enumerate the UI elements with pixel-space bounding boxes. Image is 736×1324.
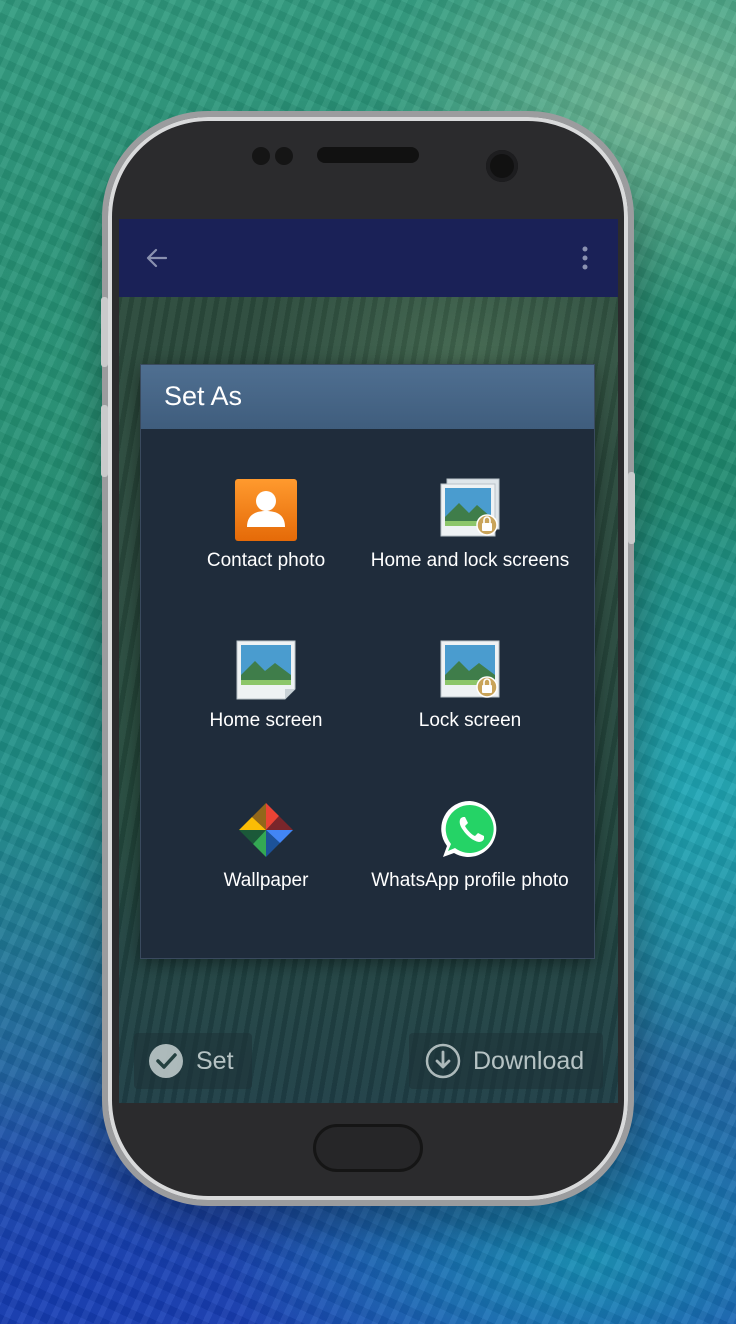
option-label: Lock screen bbox=[418, 710, 522, 731]
set-as-dialog: Set As Contact photo Home and lock scree… bbox=[140, 364, 595, 959]
option-home-and-lock-screens[interactable]: Home and lock screens bbox=[360, 477, 580, 573]
option-label: Home screen bbox=[209, 710, 323, 731]
dialog-header: Set As bbox=[141, 365, 594, 429]
app-bar bbox=[119, 219, 618, 297]
earpiece-speaker bbox=[317, 147, 419, 163]
option-home-screen[interactable]: Home screen bbox=[156, 637, 376, 733]
dialog-title: Set As bbox=[164, 381, 243, 411]
lock-screen-icon bbox=[437, 637, 503, 703]
phone-screen: Set As Contact photo Home and lock scree… bbox=[119, 219, 618, 1103]
download-label: Download bbox=[473, 1046, 585, 1075]
option-label: Wallpaper bbox=[223, 870, 309, 891]
option-label: WhatsApp profile photo bbox=[371, 870, 569, 891]
set-label: Set bbox=[196, 1046, 234, 1075]
home-screen-icon bbox=[233, 637, 299, 703]
option-label: Home and lock screens bbox=[370, 550, 570, 571]
contact-icon bbox=[233, 477, 299, 543]
arrow-back-icon[interactable] bbox=[144, 245, 170, 271]
whatsapp-icon bbox=[437, 797, 503, 863]
option-wallpaper[interactable]: Wallpaper bbox=[156, 797, 376, 893]
download-button[interactable]: Download bbox=[409, 1033, 603, 1089]
proximity-sensor bbox=[252, 147, 270, 165]
option-lock-screen[interactable]: Lock screen bbox=[360, 637, 580, 733]
pinwheel-icon bbox=[233, 797, 299, 863]
option-whatsapp-profile-photo[interactable]: WhatsApp profile photo bbox=[360, 797, 580, 893]
check-circle-icon bbox=[149, 1044, 183, 1078]
home-key[interactable] bbox=[313, 1124, 423, 1172]
home-lock-screens-icon bbox=[437, 477, 503, 543]
front-camera bbox=[486, 150, 518, 182]
option-contact-photo[interactable]: Contact photo bbox=[156, 477, 376, 573]
more-vert-icon[interactable] bbox=[575, 245, 595, 271]
set-button[interactable]: Set bbox=[134, 1033, 252, 1089]
option-label: Contact photo bbox=[206, 550, 326, 571]
volume-down-button[interactable] bbox=[101, 405, 108, 477]
volume-up-button[interactable] bbox=[101, 297, 108, 367]
power-button[interactable] bbox=[628, 472, 635, 544]
download-icon bbox=[425, 1043, 461, 1079]
light-sensor bbox=[275, 147, 293, 165]
